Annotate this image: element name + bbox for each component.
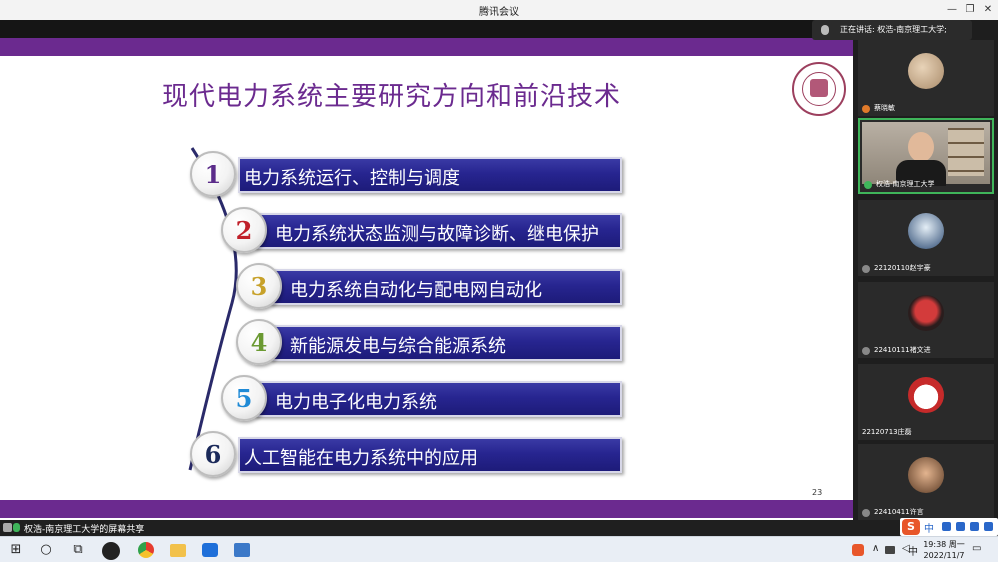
- research-direction-item: 电力系统状态监测与故障诊断、继电保护 2: [0, 207, 853, 253]
- participant-name: 22410411许言: [874, 508, 924, 516]
- participant-tile[interactable]: 22120110赵宇豪: [858, 200, 994, 276]
- participant-tile[interactable]: 蔡晓敏: [858, 40, 994, 116]
- item-label: 人工智能在电力系统中的应用: [244, 448, 478, 469]
- notification-icon[interactable]: ▭: [972, 543, 981, 554]
- speaking-indicator: 正在讲话: 权浩-南京理工大学;: [812, 20, 972, 40]
- presentation-slide: 现代电力系统主要研究方向和前沿技术 电力系统运行、控制与调度 1 电力系统状态监测与…: [0, 38, 853, 522]
- minimize-button[interactable]: —: [944, 2, 960, 18]
- ime-toolbar[interactable]: S 中: [900, 518, 998, 536]
- shared-screen: 现代电力系统主要研究方向和前沿技术 电力系统运行、控制与调度 1 电力系统状态监测与…: [0, 20, 853, 522]
- mic-icon: [862, 105, 870, 113]
- participant-tile[interactable]: 22120713庄磊: [858, 364, 994, 440]
- participant-name: 22120110赵宇豪: [874, 264, 931, 272]
- taskbar: ⊞ ○ ⧉ ∧ ◁ 中 19:38 周一 2022/11/7 ▭: [0, 536, 998, 562]
- mic-icon: [862, 509, 870, 517]
- file-explorer-icon[interactable]: [170, 544, 186, 557]
- research-direction-item: 电力系统自动化与配电网自动化 3: [0, 263, 853, 309]
- avatar: [908, 457, 944, 493]
- word-icon[interactable]: [234, 543, 250, 557]
- sogou-logo-icon[interactable]: S: [902, 519, 920, 535]
- window-titlebar: 腾讯会议 — ❐ ✕: [0, 0, 998, 20]
- avatar: [908, 295, 944, 331]
- clock-time: 19:38 周一: [923, 540, 965, 549]
- participant-name: 蔡晓敏: [874, 104, 895, 112]
- avatar: [908, 53, 944, 89]
- close-button[interactable]: ✕: [980, 2, 996, 18]
- participant-name: 22410111褚文进: [874, 346, 931, 354]
- slide-bottom-band: [0, 500, 853, 518]
- item-number-badge: 3: [236, 263, 282, 309]
- participant-name: 22120713庄磊: [862, 428, 912, 436]
- task-view-icon[interactable]: ⧉: [70, 542, 86, 558]
- item-label: 电力系统状态监测与故障诊断、继电保护: [275, 224, 599, 245]
- share-status-bar: 权浩-南京理工大学的屏幕共享: [0, 520, 998, 536]
- speaking-text: 正在讲话: 权浩-南京理工大学;: [840, 25, 947, 34]
- voice-icon[interactable]: [956, 522, 965, 531]
- start-icon[interactable]: ⊞: [8, 542, 24, 558]
- slide-page-number: 23: [812, 488, 823, 497]
- tray-lang[interactable]: 中: [908, 543, 918, 558]
- tray-up-icon[interactable]: ∧: [872, 543, 879, 554]
- participant-name: 权浩-南京理工大学: [876, 180, 935, 188]
- item-number-badge: 5: [221, 375, 267, 421]
- mic-icon: [864, 181, 872, 189]
- app-icon[interactable]: [102, 542, 120, 560]
- share-label: 权浩-南京理工大学的屏幕共享: [24, 525, 145, 535]
- avatar: [908, 213, 944, 249]
- punctuation-icon[interactable]: [942, 522, 951, 531]
- keyboard-icon[interactable]: [970, 522, 979, 531]
- research-direction-item: 电力电子化电力系统 5: [0, 375, 853, 421]
- participant-tile-active[interactable]: 权浩-南京理工大学: [858, 118, 994, 194]
- mic-icon: [13, 523, 20, 532]
- maximize-button[interactable]: ❐: [962, 2, 978, 18]
- window-title: 腾讯会议: [479, 7, 519, 18]
- item-label: 电力电子化电力系统: [275, 392, 437, 413]
- item-number-badge: 1: [190, 151, 236, 197]
- taskbar-clock[interactable]: 19:38 周一 2022/11/7: [920, 539, 968, 561]
- chrome-icon[interactable]: [138, 542, 154, 558]
- item-label: 电力系统自动化与配电网自动化: [290, 280, 542, 301]
- item-number-badge: 2: [221, 207, 267, 253]
- participant-tile[interactable]: 22410111褚文进: [858, 282, 994, 358]
- item-label: 电力系统运行、控制与调度: [244, 168, 460, 189]
- search-icon[interactable]: ○: [38, 542, 54, 558]
- item-number-badge: 4: [236, 319, 282, 365]
- sogou-tray-icon[interactable]: [852, 544, 864, 556]
- mic-icon: [862, 265, 870, 273]
- avatar: [908, 377, 944, 413]
- clock-date: 2022/11/7: [923, 551, 965, 560]
- research-direction-item: 人工智能在电力系统中的应用 6: [0, 431, 853, 477]
- ime-mode[interactable]: 中: [924, 520, 934, 535]
- item-label: 新能源发电与综合能源系统: [290, 336, 506, 357]
- research-direction-item: 新能源发电与综合能源系统 4: [0, 319, 853, 365]
- research-direction-item: 电力系统运行、控制与调度 1: [0, 151, 853, 197]
- screen-share-icon: [3, 523, 12, 532]
- item-number-badge: 6: [190, 431, 236, 477]
- toolbox-icon[interactable]: [984, 522, 993, 531]
- network-icon[interactable]: [885, 546, 895, 554]
- mic-icon: [821, 25, 829, 35]
- participant-tile[interactable]: 22410411许言: [858, 444, 994, 520]
- participant-video: [862, 122, 990, 186]
- tencent-meeting-icon[interactable]: [202, 543, 218, 557]
- mic-icon: [862, 347, 870, 355]
